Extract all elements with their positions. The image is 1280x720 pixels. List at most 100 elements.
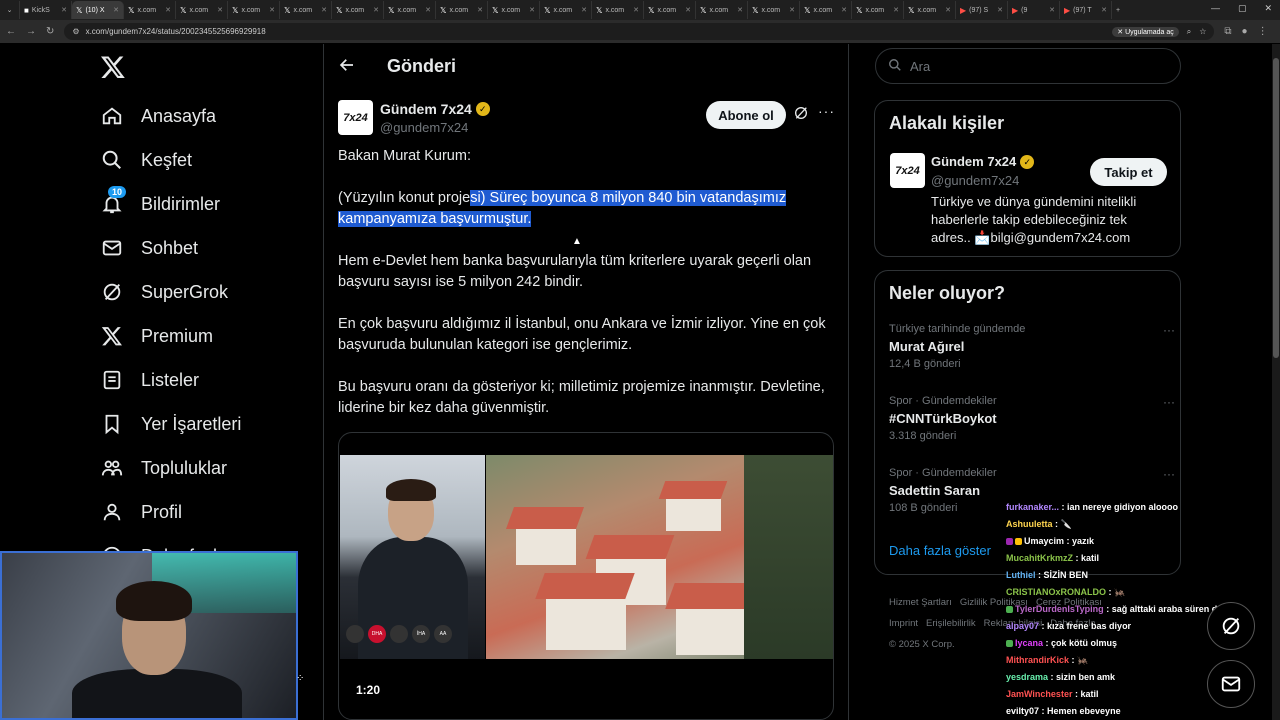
tab-close-icon[interactable]: ✕	[217, 6, 223, 14]
tab-close-icon[interactable]: ✕	[789, 6, 795, 14]
browser-tab[interactable]: 𝕏x.com ✕	[800, 1, 852, 19]
tab-close-icon[interactable]: ✕	[737, 6, 743, 14]
sidebar-item-grok[interactable]: SuperGrok	[100, 274, 228, 310]
browser-tab[interactable]: 𝕏x.com ✕	[748, 1, 800, 19]
search-input[interactable]: Ara	[875, 48, 1181, 84]
browser-tab[interactable]: 𝕏x.com ✕	[696, 1, 748, 19]
follow-button[interactable]: Takip et	[1090, 158, 1167, 186]
back-arrow-icon[interactable]	[338, 56, 356, 79]
tab-close-icon[interactable]: ✕	[1049, 6, 1055, 14]
browser-tab[interactable]: 𝕏x.com ✕	[592, 1, 644, 19]
browser-tab[interactable]: 𝕏x.com ✕	[488, 1, 540, 19]
minimize-icon[interactable]: —	[1211, 3, 1220, 14]
page-scrollbar[interactable]	[1272, 44, 1280, 720]
close-icon[interactable]: ✕	[1264, 3, 1272, 14]
chat-message: Luthiel : SİZİN BEN	[1006, 570, 1089, 580]
browser-tab[interactable]: ■ KickS ✕	[20, 1, 72, 19]
browser-tab[interactable]: 𝕏x.com ✕	[176, 1, 228, 19]
maximize-icon[interactable]: ▢	[1238, 3, 1247, 14]
sidebar-item-list[interactable]: Listeler	[100, 362, 199, 398]
tab-close-icon[interactable]: ✕	[321, 6, 327, 14]
menu-icon[interactable]: ⋮	[1258, 26, 1268, 37]
tab-close-icon[interactable]: ✕	[1101, 6, 1107, 14]
back-icon[interactable]: ←	[6, 26, 16, 37]
trend-item[interactable]: Türkiye tarihinde gündemde Murat Ağırel 12…	[889, 323, 1175, 370]
x-logo-icon[interactable]	[100, 54, 126, 80]
sidebar-item-search[interactable]: Keşfet	[100, 142, 192, 178]
browser-tab[interactable]: 𝕏x.com ✕	[904, 1, 956, 19]
browser-tab[interactable]: ▶ (97) T ✕	[1060, 1, 1112, 19]
extensions-icon[interactable]: ⧉	[1224, 26, 1231, 37]
tab-close-icon[interactable]: ✕	[841, 6, 847, 14]
related-handle[interactable]: @gundem7x24	[931, 173, 1019, 188]
related-bio: Türkiye ve dünya gündemini nitelikli hab…	[931, 194, 1137, 245]
author-handle[interactable]: @gundem7x24	[380, 120, 468, 135]
post-video[interactable]: DHA İHA AA 1:20	[338, 432, 834, 720]
browser-tab[interactable]: 𝕏x.com ✕	[228, 1, 280, 19]
browser-tab[interactable]: ▶ (97) S ✕	[956, 1, 1008, 19]
browser-tab[interactable]: 𝕏x.com ✕	[436, 1, 488, 19]
tab-close-icon[interactable]: ✕	[633, 6, 639, 14]
related-avatar[interactable]: 7x24	[890, 153, 925, 188]
browser-tab[interactable]: 𝕏x.com ✕	[124, 1, 176, 19]
tab-close-icon[interactable]: ✕	[581, 6, 587, 14]
profile-icon[interactable]: ●	[1242, 26, 1248, 37]
sidebar-item-home[interactable]: Anasayfa	[100, 98, 216, 134]
bookmark-star-icon[interactable]: ☆	[1199, 27, 1206, 36]
trend-item[interactable]: Spor · Gündemdekiler #CNNTürkBoykot 3.318 …	[889, 395, 1175, 442]
browser-tab[interactable]: ▶ (9 ✕	[1008, 1, 1060, 19]
tab-close-icon[interactable]: ✕	[945, 6, 951, 14]
browser-tab[interactable]: 𝕏x.com ✕	[852, 1, 904, 19]
new-tab-button[interactable]: +	[1112, 1, 1130, 19]
sidebar-item-person[interactable]: Profil	[100, 494, 182, 530]
site-info-icon[interactable]: ⚙	[72, 27, 79, 36]
sidebar-item-bell[interactable]: 10 Bildirimler	[100, 186, 220, 222]
browser-tab[interactable]: 𝕏x.com ✕	[384, 1, 436, 19]
related-name[interactable]: Gündem 7x24 ✓	[931, 154, 1035, 169]
forward-icon[interactable]: →	[26, 26, 36, 37]
browser-tab[interactable]: 𝕏x.com ✕	[540, 1, 592, 19]
browser-tab[interactable]: 𝕏 (10) X ✕	[72, 1, 124, 19]
chat-username: MucahitKrkmzZ	[1006, 553, 1074, 563]
grok-float-button[interactable]	[1207, 602, 1255, 650]
tab-close-icon[interactable]: ✕	[61, 6, 67, 14]
sidebar-item-x[interactable]: Premium	[100, 318, 213, 354]
tab-close-icon[interactable]: ✕	[529, 6, 535, 14]
tab-close-icon[interactable]: ✕	[165, 6, 171, 14]
footer-link[interactable]: Imprint	[889, 618, 918, 629]
tab-close-icon[interactable]: ✕	[113, 6, 119, 14]
browser-tab[interactable]: 𝕏x.com ✕	[644, 1, 696, 19]
x-favicon-icon: 𝕏	[856, 5, 863, 15]
tab-close-icon[interactable]: ✕	[685, 6, 691, 14]
subscribe-button[interactable]: Abone ol	[706, 101, 786, 129]
messages-float-button[interactable]	[1207, 660, 1255, 708]
sidebar-item-people[interactable]: Topluluklar	[100, 450, 227, 486]
footer-link[interactable]: Erişilebilirlik	[926, 618, 976, 629]
browser-tab[interactable]: 𝕏x.com ✕	[332, 1, 384, 19]
trend-more-icon[interactable]: ···	[1163, 467, 1175, 481]
open-in-app-button[interactable]: ✕ Uygulamada aç	[1112, 26, 1179, 37]
footer-link[interactable]: Hizmet Şartları	[889, 597, 952, 608]
x-favicon-icon: 𝕏	[544, 5, 551, 15]
grok-icon[interactable]	[793, 105, 809, 126]
sidebar-item-bookmark[interactable]: Yer İşaretleri	[100, 406, 241, 442]
zoom-icon[interactable]: ⌕	[1187, 27, 1191, 37]
tab-close-icon[interactable]: ✕	[269, 6, 275, 14]
tab-close-icon[interactable]: ✕	[373, 6, 379, 14]
trend-more-icon[interactable]: ···	[1163, 323, 1175, 337]
reload-icon[interactable]: ↻	[46, 26, 54, 37]
tab-close-icon[interactable]: ✕	[477, 6, 483, 14]
tab-search-button[interactable]: ⌄	[0, 1, 20, 19]
tab-close-icon[interactable]: ✕	[997, 6, 1003, 14]
author-name[interactable]: Gündem 7x24 ✓	[380, 101, 490, 117]
show-more-link[interactable]: Daha fazla göster	[889, 543, 991, 558]
url-field[interactable]: ⚙ x.com/gundem7x24/status/20023455256969…	[64, 23, 1215, 40]
more-options-icon[interactable]: ···	[818, 103, 835, 119]
microphone-logo: DHA	[368, 625, 386, 643]
author-avatar[interactable]: 7x24	[338, 100, 373, 135]
tab-close-icon[interactable]: ✕	[425, 6, 431, 14]
browser-tab[interactable]: 𝕏x.com ✕	[280, 1, 332, 19]
sidebar-item-mail[interactable]: Sohbet	[100, 230, 198, 266]
tab-close-icon[interactable]: ✕	[893, 6, 899, 14]
trend-more-icon[interactable]: ···	[1163, 395, 1175, 409]
